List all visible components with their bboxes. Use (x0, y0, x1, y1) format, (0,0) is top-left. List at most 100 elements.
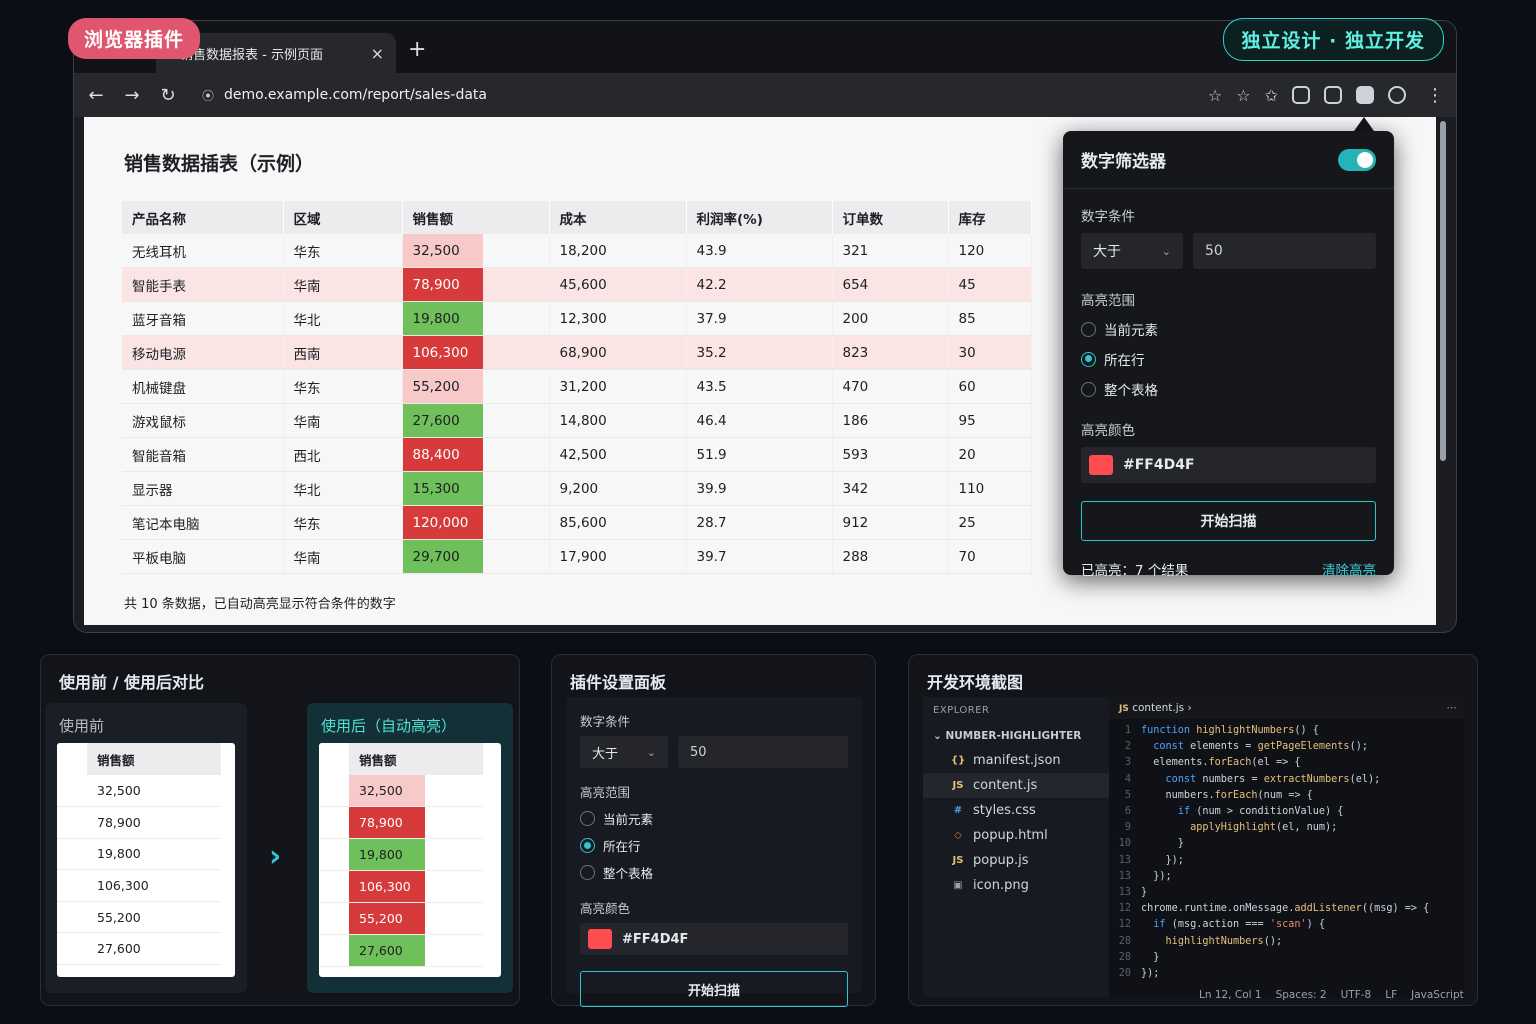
table-cell: 移动电源 (122, 335, 284, 370)
color-swatch[interactable] (588, 929, 612, 949)
back-arrow-icon[interactable]: ← (86, 85, 106, 106)
range-option-row[interactable]: 所在行 (580, 836, 848, 855)
chevron-down-icon: ⌄ (646, 745, 656, 759)
compare-panel: 使用前 / 使用后对比 使用前 销售额 32,500 78,900 19,800 10… (40, 654, 520, 1006)
color-picker[interactable]: #FF4D4F (580, 923, 848, 955)
sales-amount-cell: 106,300 (349, 870, 469, 904)
sales-amount-cell: 15,300 (402, 471, 550, 506)
range-option-current[interactable]: 当前元素 (1081, 319, 1376, 339)
code-content[interactable]: 1 function highlightNumbers() { 2 const e… (1109, 719, 1465, 982)
status-spaces[interactable]: Spaces: 2 (1276, 989, 1327, 1001)
editor-tab[interactable]: JS content.js › ⋯ (1109, 697, 1465, 719)
table-header-cell: 销售额 (87, 743, 207, 775)
row-spacer (469, 902, 483, 936)
table-row: 32,500 (319, 775, 483, 808)
sales-amount-cell: 106,300 (402, 335, 550, 370)
table-row: 106,300 (319, 870, 483, 904)
sales-amount-cell: 78,900 (402, 267, 550, 302)
extension-icon[interactable] (1292, 86, 1310, 104)
star-outline-icon[interactable]: ☆ (1208, 86, 1222, 105)
table-header-cell: 区域 (283, 201, 403, 234)
table-cell: 42.2 (686, 267, 833, 302)
sales-amount-cell: 106,300 (87, 869, 207, 902)
status-eol[interactable]: LF (1385, 989, 1397, 1001)
table-cell: 华北 (283, 301, 403, 336)
table-row: 蓝牙音箱 华北 19,800 12,300 37.9 200 85 (122, 301, 1032, 336)
sales-amount-cell: 55,200 (87, 901, 207, 934)
profile-icon[interactable] (1388, 86, 1406, 104)
explorer-header: EXPLORER (933, 705, 990, 716)
condition-label: 数字条件 (580, 714, 631, 729)
radio-label: 当前元素 (1104, 323, 1158, 339)
site-info-icon[interactable]: ⦿ (202, 87, 214, 104)
project-folder[interactable]: ⌄ NUMBER-HIGHLIGHTER (923, 724, 1109, 748)
clear-highlight-link[interactable]: 清除高亮 (1322, 559, 1376, 579)
table-cell: 9,200 (549, 471, 687, 506)
start-scan-button[interactable]: 开始扫描 (1081, 501, 1376, 541)
popup-header: 数字筛选器 (1063, 131, 1394, 189)
enable-toggle[interactable] (1338, 148, 1376, 171)
condition-select-value: 大于 (1093, 244, 1121, 260)
condition-select[interactable]: 大于 ⌄ (580, 736, 668, 768)
address-bar[interactable]: ⦿ demo.example.com/report/sales-data (194, 78, 1192, 112)
table-header-row: 产品名称 区域 销售额 成本 利润率(%) 订单数 库存 (122, 201, 1032, 234)
status-position[interactable]: Ln 12, Col 1 (1199, 989, 1262, 1001)
table-cell: 机械键盘 (122, 369, 284, 404)
file-popup-html[interactable]: ◇ popup.html (923, 823, 1109, 848)
table-cell: 654 (832, 267, 949, 302)
sales-amount-cell: 120,000 (402, 505, 550, 540)
color-picker[interactable]: #FF4D4F (1081, 447, 1376, 483)
highlighted-value: 55,200 (402, 370, 483, 403)
sales-amount-cell: 27,600 (349, 934, 469, 968)
row-spacer (207, 806, 221, 839)
start-scan-button[interactable]: 开始扫描 (580, 971, 848, 1007)
table-header-cell: 利润率(%) (686, 201, 833, 234)
sales-amount-cell: 19,800 (349, 838, 469, 872)
range-option-current[interactable]: 当前元素 (580, 809, 848, 828)
file-icon-png[interactable]: ▣ icon.png (923, 873, 1109, 898)
url-text: demo.example.com/report/sales-data (224, 87, 487, 103)
file-name: icon.png (973, 878, 1029, 893)
row-spacer (207, 869, 221, 902)
status-encoding[interactable]: UTF-8 (1341, 989, 1372, 1001)
page-scrollbar[interactable] (1440, 121, 1446, 461)
condition-value-input[interactable]: 50 (678, 736, 848, 768)
reload-icon[interactable]: ↻ (158, 85, 178, 106)
project-name: NUMBER-HIGHLIGHTER (945, 730, 1082, 742)
chevron-down-icon: ⌄ (1161, 244, 1171, 258)
after-table: 销售额 32,500 78,900 19,800 106,300 55,200 27,60… (319, 743, 501, 977)
row-spacer (207, 838, 221, 871)
highlighted-value: 106,300 (349, 871, 425, 903)
condition-select[interactable]: 大于 ⌄ (1081, 233, 1183, 269)
number-highlighter-extension-icon[interactable] (1356, 86, 1374, 104)
range-option-table[interactable]: 整个表格 (580, 863, 848, 882)
file-popup-js[interactable]: JS popup.js (923, 848, 1109, 873)
more-icon[interactable]: ⋯ (1447, 702, 1458, 714)
row-spacer (469, 775, 483, 808)
forward-arrow-icon[interactable]: → (122, 85, 142, 106)
bookmark-star-icon[interactable]: ✩ (1265, 86, 1278, 105)
extension-icon[interactable] (1324, 86, 1342, 104)
range-option-row[interactable]: 所在行 (1081, 349, 1376, 369)
status-language[interactable]: JavaScript (1411, 989, 1464, 1001)
table-row: 78,900 (319, 806, 483, 840)
sales-amount-cell: 32,500 (402, 234, 550, 268)
table-cell: 45 (948, 267, 1032, 302)
condition-value-input[interactable]: 50 (1193, 233, 1376, 269)
file-manifest[interactable]: {} manifest.json (923, 748, 1109, 773)
file-content-js[interactable]: JS content.js (923, 773, 1109, 798)
close-tab-icon[interactable]: × (371, 44, 384, 63)
compare-title: 使用前 / 使用后对比 (59, 673, 204, 692)
range-option-table[interactable]: 整个表格 (1081, 379, 1376, 399)
file-styles[interactable]: # styles.css (923, 798, 1109, 823)
table-row: 移动电源 西南 106,300 68,900 35.2 823 30 (122, 335, 1032, 370)
editor-tab-name: content.js (1132, 702, 1185, 714)
menu-dots-icon[interactable]: ⋮ (1426, 85, 1444, 106)
after-card: 使用后（自动高亮） 销售额 32,500 78,900 19,800 106,300 5… (307, 703, 513, 993)
new-tab-icon[interactable]: + (408, 37, 426, 62)
table-cell: 西北 (283, 437, 403, 472)
star-outline-icon[interactable]: ☆ (1236, 86, 1250, 105)
sales-amount-cell: 32,500 (87, 775, 207, 808)
color-swatch[interactable] (1089, 455, 1113, 475)
row-spacer (57, 869, 87, 902)
